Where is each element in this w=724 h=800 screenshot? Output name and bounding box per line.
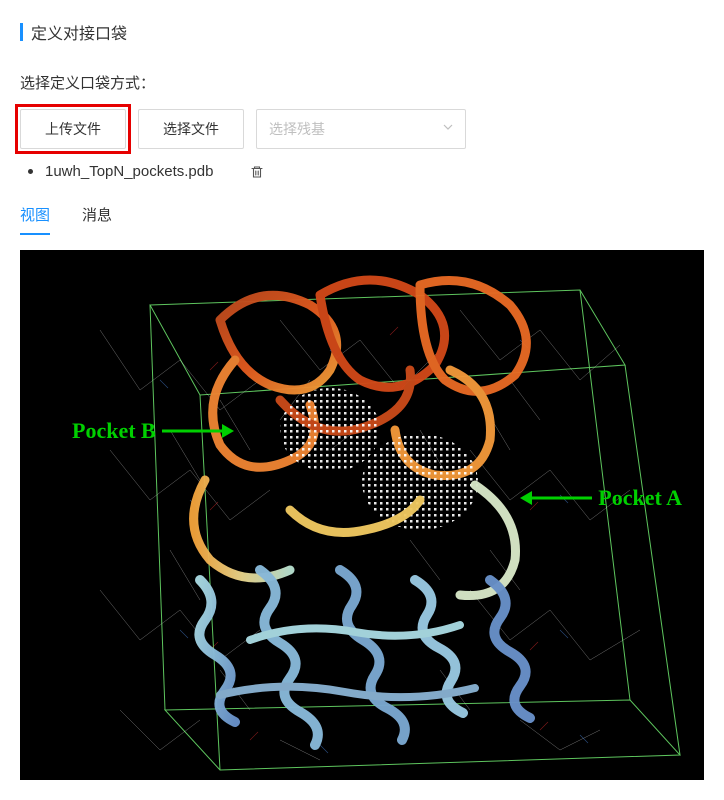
chevron-down-icon bbox=[442, 120, 454, 138]
uploaded-file-name: 1uwh_TopN_pockets.pdb bbox=[45, 163, 213, 180]
delete-file-button[interactable] bbox=[249, 164, 265, 180]
choose-file-button[interactable]: 选择文件 bbox=[138, 109, 244, 149]
trash-icon bbox=[249, 164, 265, 180]
molecular-viewer[interactable]: Pocket B Pocket A bbox=[20, 250, 704, 780]
controls-row: 上传文件 选择文件 选择残基 bbox=[20, 109, 704, 149]
residue-select-wrap: 选择残基 bbox=[256, 109, 466, 149]
tab-view[interactable]: 视图 bbox=[20, 204, 50, 235]
residue-select-placeholder: 选择残基 bbox=[269, 119, 325, 139]
residue-select[interactable]: 选择残基 bbox=[256, 109, 466, 149]
upload-file-button-wrap: 上传文件 bbox=[20, 109, 126, 149]
section-header: 定义对接口袋 bbox=[20, 20, 704, 44]
upload-file-button[interactable]: 上传文件 bbox=[20, 109, 126, 149]
tab-messages[interactable]: 消息 bbox=[82, 204, 112, 235]
uploaded-file-row: 1uwh_TopN_pockets.pdb bbox=[20, 163, 704, 180]
pocket-method-label: 选择定义口袋方式： bbox=[20, 72, 704, 93]
section-header-accent-bar bbox=[20, 23, 23, 41]
protein-structure-visualization bbox=[20, 250, 704, 780]
bullet-icon bbox=[28, 169, 33, 174]
section-title: 定义对接口袋 bbox=[31, 20, 127, 44]
tabs-nav: 视图 消息 bbox=[20, 204, 704, 236]
